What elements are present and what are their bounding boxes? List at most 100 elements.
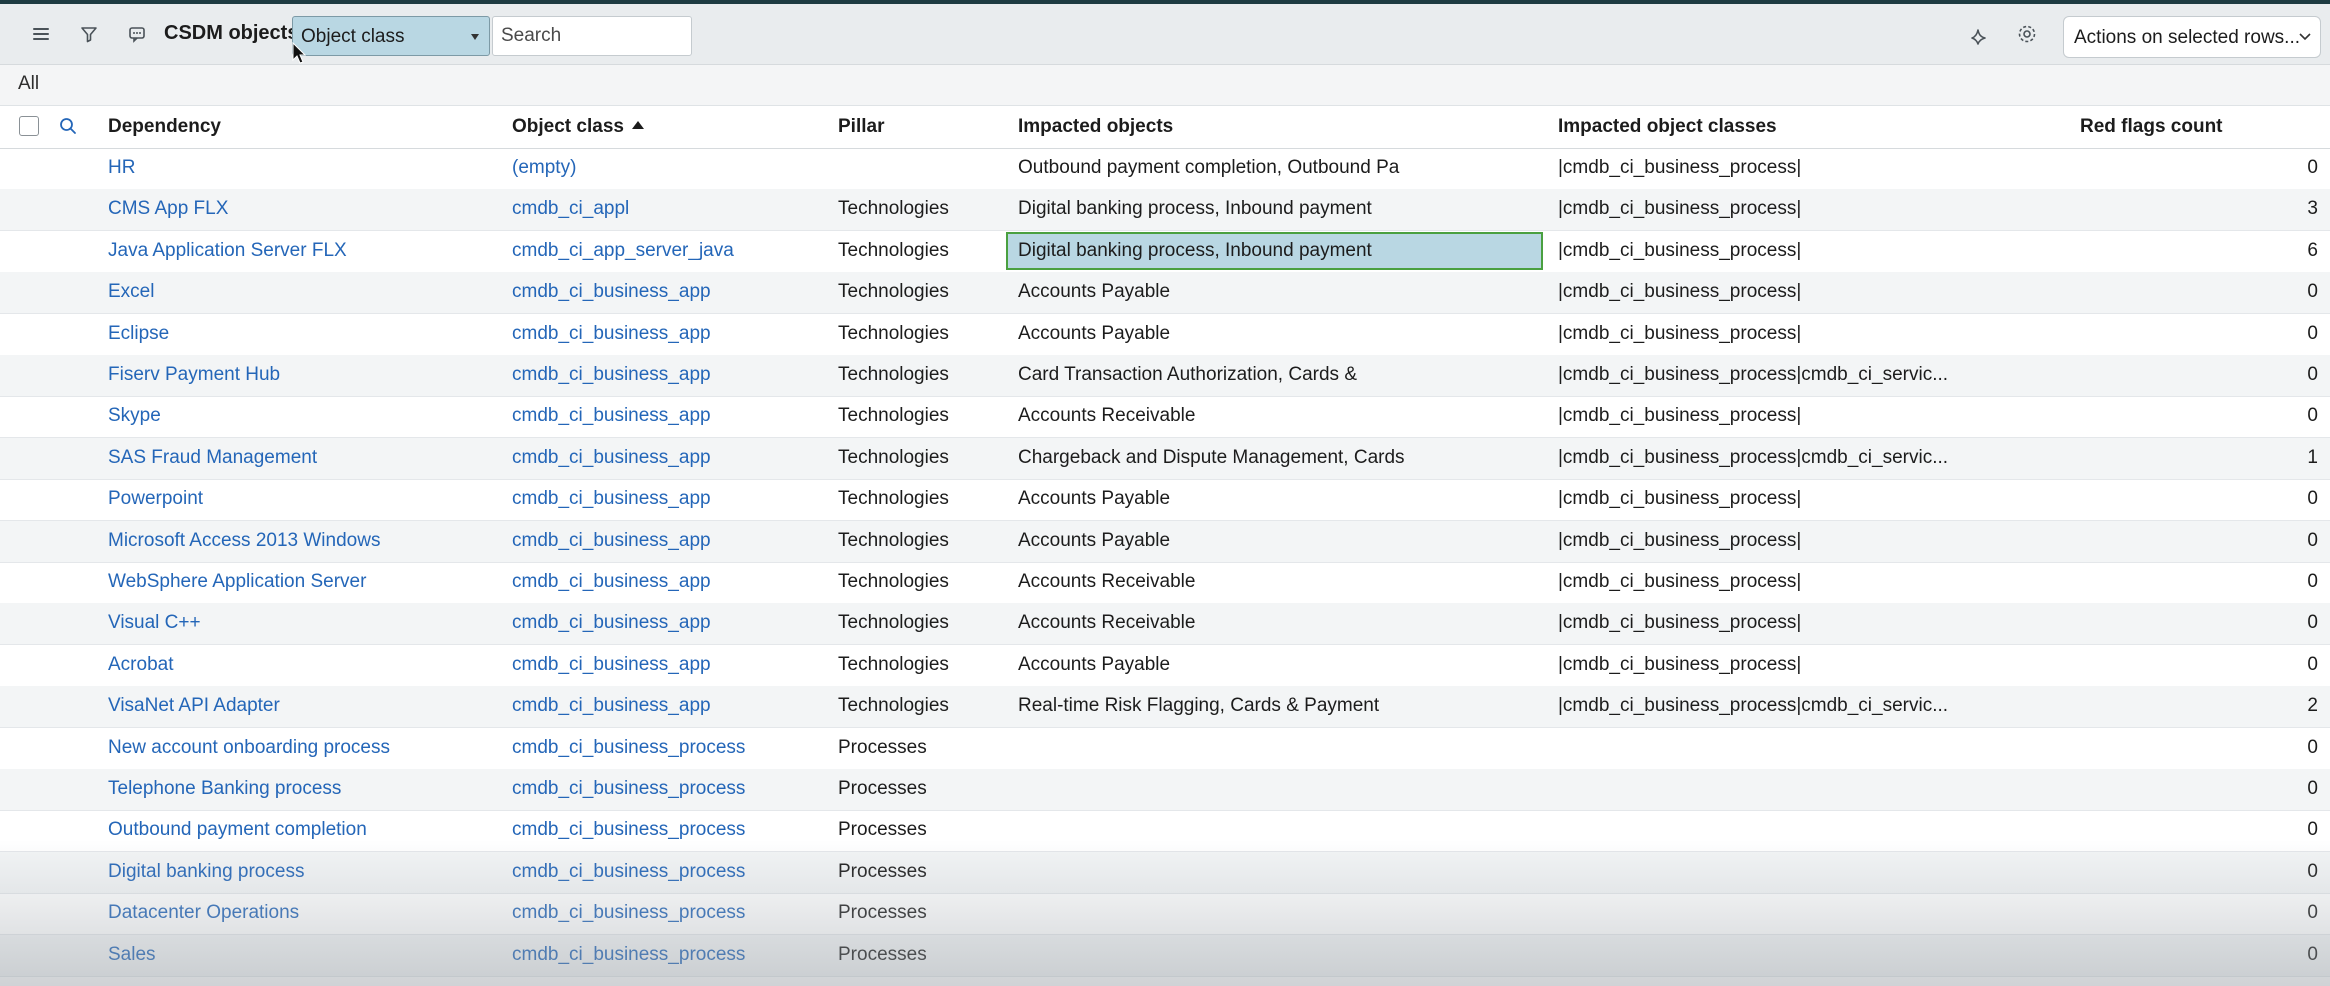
table-row[interactable]: Sales cmdb_ci_business_process Processes 0 [0,934,2330,977]
select-all-checkbox[interactable] [19,116,39,136]
cell-object-class-link[interactable]: cmdb_ci_business_app [512,654,822,676]
cell-impacted-object-classes: |cmdb_ci_business_process|cmdb_ci_servic… [1558,364,1949,385]
actions-on-selected-rows-select[interactable]: Actions on selected rows... [2063,16,2321,58]
cell-object-class-link[interactable]: cmdb_ci_business_process [512,944,822,966]
cell-dependency-link[interactable]: HR [108,157,498,179]
hamburger-menu-icon[interactable] [25,18,57,50]
filter-icon[interactable] [73,18,105,50]
cell-object-class-link[interactable]: cmdb_ci_app_server_java [512,240,822,262]
table-row[interactable]: HR (empty) Outbound payment completion, Ou… [0,148,2330,190]
cell-red-flags-count: 0 [2307,653,2318,675]
cell-impacted-objects[interactable]: Real-time Risk Flagging, Cards & Payment [1018,695,1538,717]
table-row[interactable]: CMS App FLX cmdb_ci_appl Technologies Digit… [0,189,2330,232]
cell-dependency-link[interactable]: SAS Fraud Management [108,447,498,469]
cell-impacted-objects[interactable]: Outbound payment completion, Outbound Pa [1018,157,1538,179]
breadcrumb-all[interactable]: All [18,73,39,95]
table-row[interactable]: Skype cmdb_ci_business_app Technologies Acc… [0,396,2330,439]
column-header-red-flags-count[interactable]: Red flags count [2080,116,2223,138]
cell-dependency-link[interactable]: Powerpoint [108,488,498,510]
search-icon[interactable] [58,116,78,141]
cell-dependency-link[interactable]: Acrobat [108,654,498,676]
cell-impacted-objects[interactable]: Accounts Payable [1018,323,1538,345]
cell-object-class-link[interactable]: cmdb_ci_business_process [512,819,822,841]
cell-dependency-link[interactable]: Eclipse [108,323,498,345]
cell-impacted-objects[interactable]: Accounts Receivable [1018,571,1538,593]
table-row[interactable]: Excel cmdb_ci_business_app Technologies Acc… [0,272,2330,315]
table-row[interactable]: Microsoft Access 2013 Windows cmdb_ci_bus… [0,520,2330,563]
column-header-dependency[interactable]: Dependency [108,116,221,138]
cell-impacted-objects[interactable]: Accounts Payable [1018,530,1538,552]
column-header-object-class[interactable]: Object class [512,116,644,138]
cell-impacted-objects[interactable]: Accounts Payable [1018,281,1538,303]
table-row[interactable]: Fiserv Payment Hub cmdb_ci_business_app Te… [0,355,2330,397]
cell-object-class-link[interactable]: cmdb_ci_business_app [512,612,822,634]
cell-impacted-objects[interactable]: Accounts Payable [1018,488,1538,510]
cell-dependency-link[interactable]: Visual C++ [108,612,498,634]
cell-object-class-link[interactable]: cmdb_ci_business_app [512,447,822,469]
cell-dependency-link[interactable]: Outbound payment completion [108,819,498,841]
table-row[interactable]: Acrobat cmdb_ci_business_app Technologies A… [0,645,2330,687]
sparkle-icon[interactable] [1963,18,1995,50]
cell-object-class-link[interactable]: cmdb_ci_appl [512,198,822,220]
table-row[interactable]: New account onboarding process cmdb_ci_bu… [0,728,2330,770]
cell-object-class-link[interactable]: cmdb_ci_business_app [512,364,822,386]
cell-red-flags-count: 0 [2307,612,2318,634]
cell-dependency-link[interactable]: Excel [108,281,498,303]
cell-impacted-objects[interactable]: Chargeback and Dispute Management, Cards [1018,447,1538,469]
table-row[interactable]: SAS Fraud Management cmdb_ci_business_app… [0,437,2330,480]
cell-dependency-link[interactable]: Telephone Banking process [108,778,498,800]
cell-dependency-link[interactable]: VisaNet API Adapter [108,695,498,717]
cell-red-flags-count: 0 [2307,943,2318,965]
table-row[interactable]: Powerpoint cmdb_ci_business_app Technologi… [0,479,2330,522]
cell-object-class-link[interactable]: cmdb_ci_business_app [512,695,822,717]
cell-impacted-objects[interactable]: Card Transaction Authorization, Cards & [1018,364,1538,386]
cell-object-class-link[interactable]: cmdb_ci_business_process [512,778,822,800]
table-row[interactable]: Java Application Server FLX cmdb_ci_app_s… [0,231,2330,273]
cell-dependency-link[interactable]: New account onboarding process [108,737,498,759]
column-header-impacted-objects[interactable]: Impacted objects [1018,116,1173,138]
cell-dependency-link[interactable]: WebSphere Application Server [108,571,498,593]
cell-dependency-link[interactable]: Sales [108,944,498,966]
cell-red-flags-count: 6 [2307,239,2318,261]
search-input[interactable] [492,16,692,56]
cell-dependency-link[interactable]: Digital banking process [108,861,498,883]
cell-impacted-objects[interactable]: Digital banking process, Inbound payment [1018,198,1538,220]
cell-object-class-link[interactable]: cmdb_ci_business_app [512,571,822,593]
cell-dependency-link[interactable]: Datacenter Operations [108,902,498,924]
cell-object-class-link[interactable]: cmdb_ci_business_app [512,281,822,303]
cell-object-class-link[interactable]: cmdb_ci_business_process [512,902,822,924]
cell-red-flags-count: 0 [2307,529,2318,551]
cell-object-class-link[interactable]: cmdb_ci_business_process [512,737,822,759]
cell-pillar: Technologies [838,198,949,220]
cell-dependency-link[interactable]: Java Application Server FLX [108,240,498,262]
cell-impacted-objects[interactable]: Digital banking process, Inbound payment [1018,240,1538,262]
cell-dependency-link[interactable]: Fiserv Payment Hub [108,364,498,386]
column-header-impacted-object-classes[interactable]: Impacted object classes [1558,116,1777,138]
cell-impacted-objects[interactable]: Accounts Payable [1018,654,1538,676]
table-row[interactable]: Digital banking process cmdb_ci_business_… [0,851,2330,894]
cell-object-class-link[interactable]: cmdb_ci_business_app [512,405,822,427]
gear-icon[interactable] [2011,18,2043,50]
column-header-pillar[interactable]: Pillar [838,116,884,138]
cell-dependency-link[interactable]: Microsoft Access 2013 Windows [108,530,498,552]
cell-object-class-link[interactable]: cmdb_ci_business_app [512,530,822,552]
cell-impacted-objects[interactable]: Accounts Receivable [1018,612,1538,634]
cell-object-class-link[interactable]: (empty) [512,157,822,179]
cell-impacted-object-classes: |cmdb_ci_business_process| [1558,405,1802,427]
table-row[interactable]: Telephone Banking process cmdb_ci_busines… [0,769,2330,811]
table-row[interactable]: WebSphere Application Server cmdb_ci_busi… [0,562,2330,604]
table-row[interactable]: Outbound payment completion cmdb_ci_busin… [0,810,2330,853]
cell-pillar: Processes [838,943,927,965]
cell-impacted-objects[interactable]: Accounts Receivable [1018,405,1538,427]
cell-dependency-link[interactable]: CMS App FLX [108,198,498,220]
cell-object-class-link[interactable]: cmdb_ci_business_app [512,488,822,510]
table-row[interactable]: Visual C++ cmdb_ci_business_app Technologi… [0,603,2330,646]
cell-dependency-link[interactable]: Skype [108,405,498,427]
cell-object-class-link[interactable]: cmdb_ci_business_process [512,861,822,883]
cell-object-class-link[interactable]: cmdb_ci_business_app [512,323,822,345]
table-row[interactable]: VisaNet API Adapter cmdb_ci_business_app T… [0,686,2330,729]
table-row[interactable]: Eclipse cmdb_ci_business_app Technologies A… [0,314,2330,356]
table-row[interactable]: Datacenter Operations cmdb_ci_business_pr… [0,893,2330,936]
field-select[interactable]: Object class [292,16,490,56]
comment-icon[interactable] [121,18,153,50]
